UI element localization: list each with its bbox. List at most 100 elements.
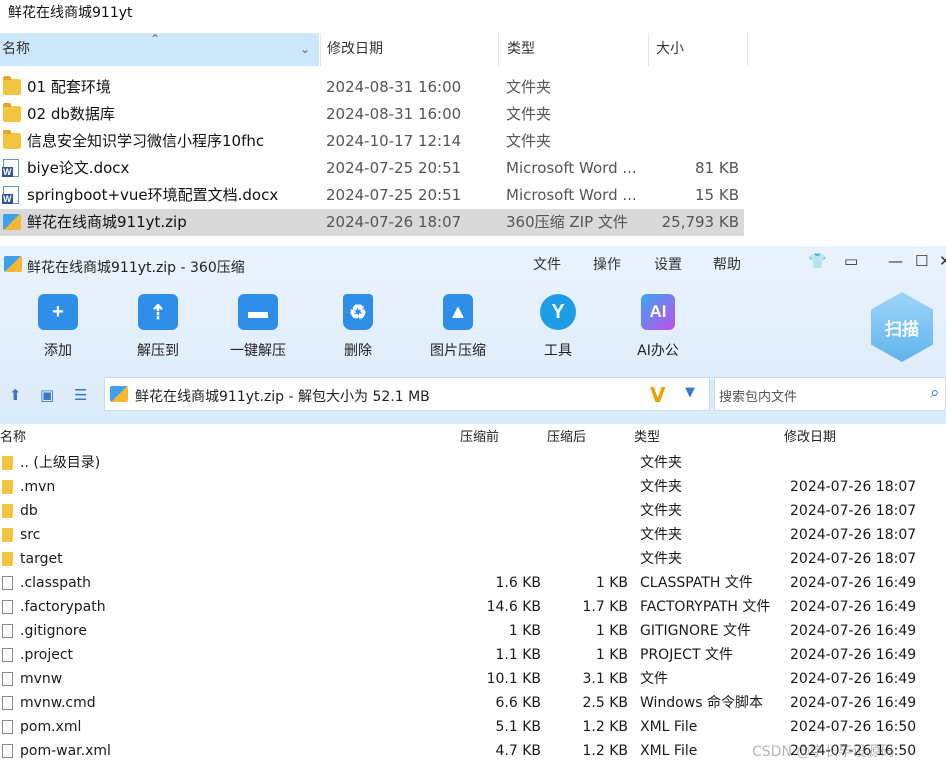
file-name: pom.xml [20, 719, 82, 735]
delete-button[interactable]: ♻ 删除 [313, 294, 403, 360]
column-header-name[interactable]: 名称 ⌃ ⌄ [0, 32, 319, 66]
list-item[interactable]: 01 配套环境 2024-08-31 16:00 文件夹 [0, 74, 744, 101]
file-type: GITIGNORE 文件 [640, 623, 752, 639]
menu-file[interactable]: 文件 [533, 254, 561, 274]
file-icon [2, 600, 13, 614]
view-panel-icon[interactable]: ▣ [40, 386, 54, 404]
skin-icon[interactable]: 👕 [808, 252, 827, 270]
file-type: 文件夹 [506, 132, 552, 150]
list-item[interactable]: 信息安全知识学习微信小程序10fhc 2024-10-17 12:14 文件夹 [0, 128, 744, 155]
chevron-down-icon[interactable]: ⌄ [300, 33, 310, 66]
extract-to-button[interactable]: ⇡ 解压到 [113, 294, 203, 360]
search-input[interactable]: 搜索包内文件 ⌕ [714, 377, 946, 411]
file-name: 02 db数据库 [27, 105, 115, 123]
chevron-down-icon[interactable]: ▼ [685, 385, 695, 400]
table-row[interactable]: src 文件夹 2024-07-26 18:07 [0, 523, 946, 547]
file-date: 2024-07-26 18:07 [326, 213, 462, 231]
scan-button[interactable]: 扫描 [871, 292, 933, 362]
size-after: 1.2 KB [582, 719, 629, 735]
file-date: 2024-08-31 16:00 [326, 78, 462, 96]
file-date: 2024-07-26 16:49 [790, 671, 917, 687]
list-item[interactable]: 鲜花在线商城911yt.zip 2024-07-26 18:07 360压缩 ZIP… [0, 209, 744, 236]
file-type: 文件夹 [640, 455, 682, 471]
file-type: 文件夹 [506, 105, 552, 123]
file-type: 文件夹 [506, 78, 552, 96]
menu-settings[interactable]: 设置 [654, 254, 682, 274]
image-compress-icon: ▲ [443, 294, 473, 330]
zip-window: 鲜花在线商城911yt.zip - 360压缩 文件 操作 设置 帮助 👕 ▭ … [0, 246, 946, 767]
table-row[interactable]: target 文件夹 2024-07-26 18:07 [0, 547, 946, 571]
table-row[interactable]: .classpath 1.6 KB 1 KB CLASSPATH 文件 2024-07-… [0, 571, 946, 595]
file-date: 2024-07-26 16:49 [790, 623, 917, 639]
file-name: 01 配套环境 [27, 78, 111, 96]
size-before: 1 KB [508, 623, 541, 639]
table-row[interactable]: .factorypath 14.6 KB 1.7 KB FACTORYPATH 文件 2… [0, 595, 946, 619]
ai-office-button[interactable]: AI AI办公 [613, 294, 703, 360]
tools-button[interactable]: Y 工具 [513, 294, 603, 360]
file-icon [2, 720, 13, 734]
file-name: springboot+vue环境配置文档.docx [27, 186, 279, 204]
file-name: .project [20, 647, 74, 663]
folder-icon [2, 504, 13, 518]
tools-icon: Y [540, 294, 576, 330]
table-row[interactable]: pom.xml 5.1 KB 1.2 KB XML File 2024-07-26 16… [0, 715, 946, 739]
file-type: 文件夹 [640, 527, 682, 543]
table-row[interactable]: .gitignore 1 KB 1 KB GITIGNORE 文件 2024-07-26… [0, 619, 946, 643]
v-logo-icon[interactable]: V [650, 383, 665, 407]
file-type: 文件夹 [640, 479, 682, 495]
table-row[interactable]: db 文件夹 2024-07-26 18:07 [0, 499, 946, 523]
file-name: biye论文.docx [27, 159, 130, 177]
cmd-file-icon [2, 696, 13, 710]
folder-icon [3, 130, 21, 149]
one-click-extract-button[interactable]: ▬ 一键解压 [213, 294, 303, 360]
list-item[interactable]: springboot+vue环境配置文档.docx 2024-07-25 20:5… [0, 182, 744, 209]
table-row[interactable]: mvnw 10.1 KB 3.1 KB 文件 2024-07-26 16:49 [0, 667, 946, 691]
ai-icon: AI [641, 294, 675, 330]
image-compress-label: 图片压缩 [430, 343, 486, 359]
table-row[interactable]: .mvn 文件夹 2024-07-26 18:07 [0, 475, 946, 499]
image-compress-button[interactable]: ▲ 图片压缩 [413, 294, 503, 360]
tools-label: 工具 [544, 343, 572, 359]
column-header-size-after[interactable]: 压缩后 [547, 426, 586, 450]
column-header-type[interactable]: 类型 [498, 33, 648, 66]
file-type: 360压缩 ZIP 文件 [506, 213, 628, 231]
column-header-date[interactable]: 修改日期 [320, 33, 498, 66]
size-after: 2.5 KB [582, 695, 629, 711]
address-bar[interactable]: 鲜花在线商城911yt.zip - 解包大小为 52.1 MB V ▼ [104, 377, 710, 411]
file-date: 2024-07-26 16:49 [790, 695, 917, 711]
file-size: 15 KB [695, 186, 739, 204]
file-name: .gitignore [20, 623, 87, 639]
file-date: 2024-07-26 16:49 [790, 599, 917, 615]
table-row[interactable]: mvnw.cmd 6.6 KB 2.5 KB Windows 命令脚本 2024-07-… [0, 691, 946, 715]
list-item[interactable]: 02 db数据库 2024-08-31 16:00 文件夹 [0, 101, 744, 128]
file-icon [2, 624, 13, 638]
file-date: 2024-07-26 18:07 [790, 503, 917, 519]
file-date: 2024-08-31 16:00 [326, 105, 462, 123]
table-row[interactable]: .project 1.1 KB 1 KB PROJECT 文件 2024-07-26 1… [0, 643, 946, 667]
list-view-icon[interactable]: ☰ [74, 386, 87, 404]
column-header-type[interactable]: 类型 [634, 426, 660, 450]
column-header-name[interactable]: 名称 [0, 426, 26, 450]
column-header-size-before[interactable]: 压缩前 [460, 426, 499, 450]
add-button[interactable]: + 添加 [13, 294, 103, 360]
menu-help[interactable]: 帮助 [713, 254, 741, 274]
maximize-button[interactable]: ☐ [915, 252, 928, 270]
column-header-size[interactable]: 大小 [648, 33, 748, 66]
message-icon[interactable]: ▭ [844, 252, 858, 270]
close-button[interactable]: ✕ [939, 252, 946, 270]
file-size: 25,793 KB [661, 213, 739, 231]
search-icon[interactable]: ⌕ [930, 383, 940, 403]
size-after: 1.7 KB [582, 599, 629, 615]
table-row[interactable]: .. (上级目录) 文件夹 [0, 451, 946, 475]
menu-operate[interactable]: 操作 [593, 254, 621, 274]
list-item[interactable]: biye论文.docx 2024-07-25 20:51 Microsoft Wor… [0, 155, 744, 182]
column-header-date[interactable]: 修改日期 [784, 426, 836, 450]
folder-icon [2, 480, 13, 494]
minimize-button[interactable]: — [888, 252, 903, 270]
file-name: 信息安全知识学习微信小程序10fhc [27, 132, 265, 150]
window-title: 鲜花在线商城911yt.zip - 360压缩 [27, 260, 245, 276]
file-name: .classpath [20, 575, 92, 591]
up-arrow-icon[interactable]: ⬆ [9, 386, 22, 404]
address-row: ⬆ ▣ ☰ 鲜花在线商城911yt.zip - 解包大小为 52.1 MB V … [0, 374, 946, 414]
folder-icon [2, 456, 13, 470]
